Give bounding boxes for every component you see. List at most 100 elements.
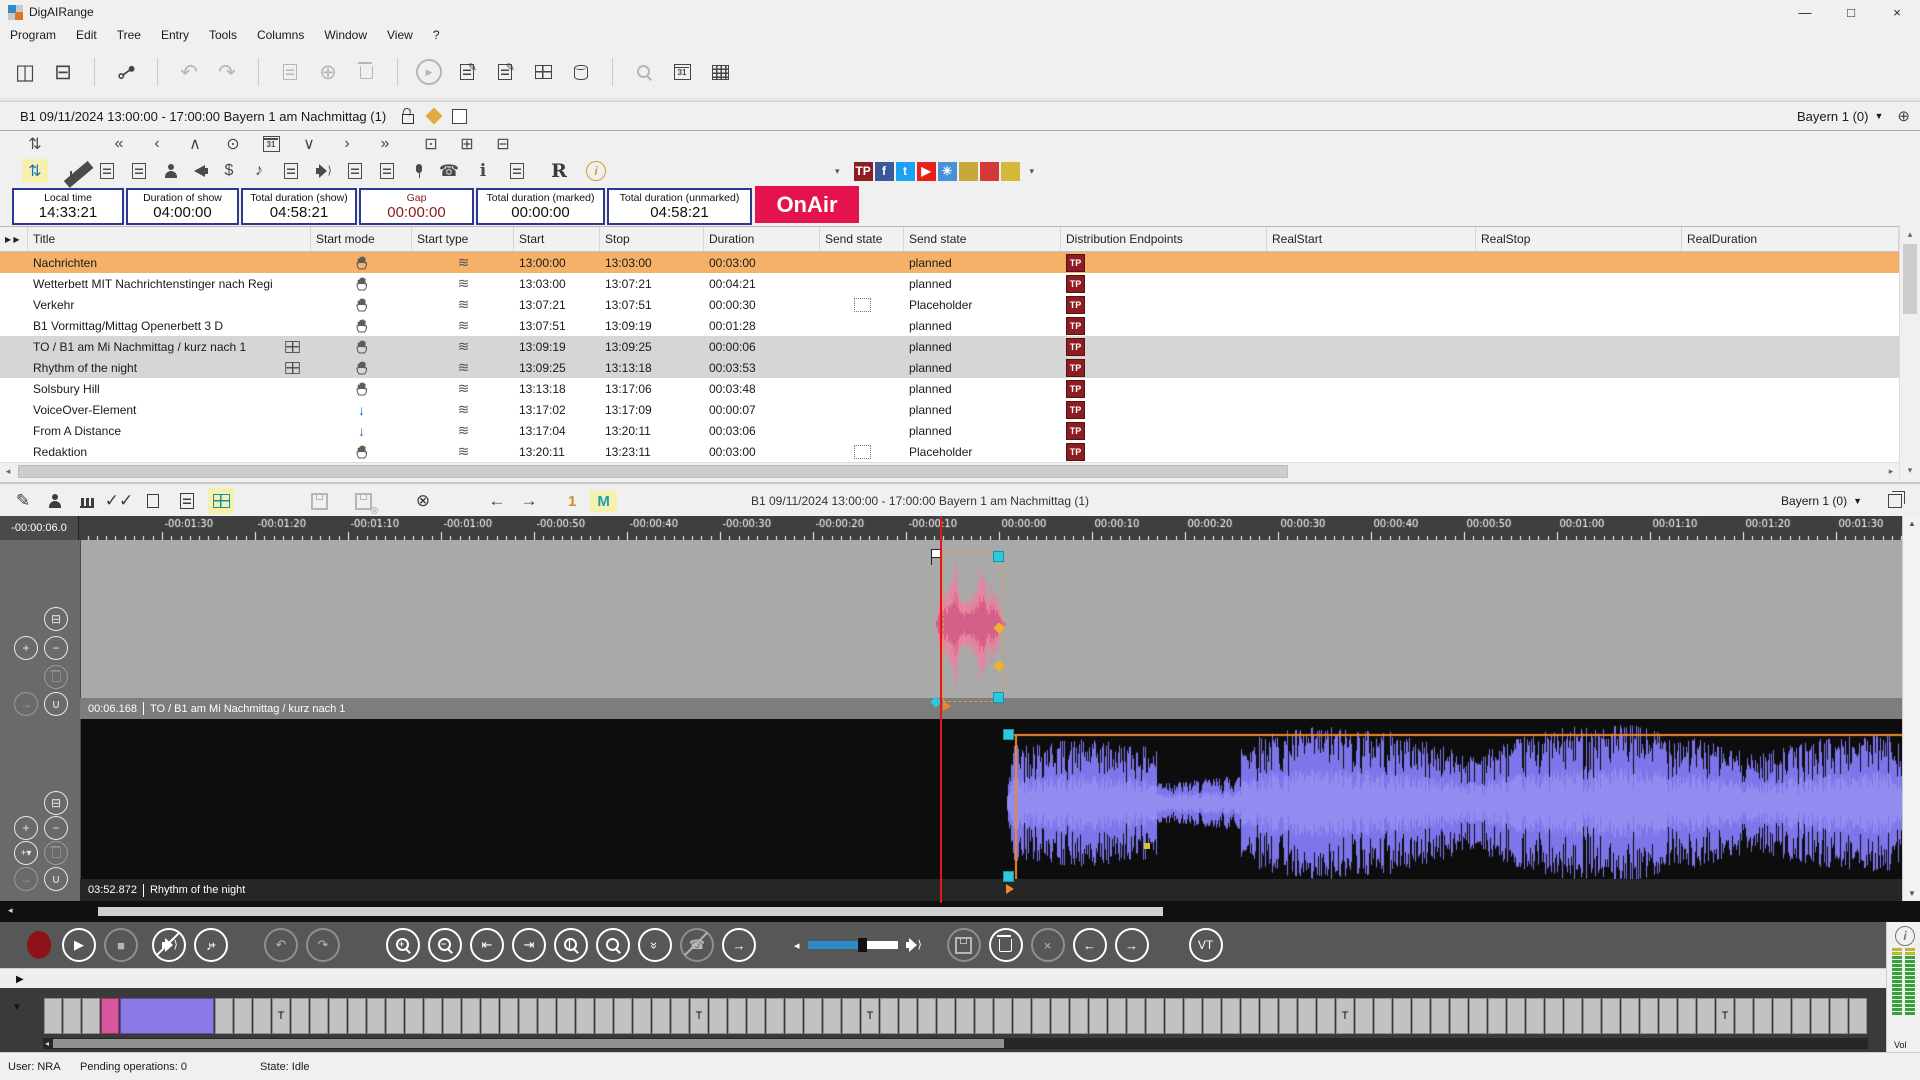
badge-dropdown-icon[interactable]: ▾ (835, 166, 840, 177)
hour-block[interactable] (1849, 998, 1867, 1034)
hour-block[interactable] (766, 998, 784, 1034)
editor-expand-icon[interactable] (1888, 494, 1902, 508)
track2-display-icon[interactable]: ⊟ (44, 791, 68, 815)
playlist-row[interactable]: Nachrichten≋13:00:0013:03:0000:03:00plan… (0, 252, 1899, 273)
scroll-up-icon[interactable]: ▴ (1902, 226, 1918, 242)
playhead[interactable] (940, 516, 942, 903)
hour-block[interactable] (348, 998, 366, 1034)
hour-block[interactable] (462, 998, 480, 1034)
calendar-day-icon[interactable]: 31 (258, 132, 284, 156)
minimize-button[interactable]: — (1782, 0, 1828, 24)
track1-zoom-out-icon[interactable]: − (44, 636, 68, 660)
split-horizontal-icon[interactable]: ⊟ (48, 57, 78, 87)
hour-block[interactable] (899, 998, 917, 1034)
info-circle-icon[interactable]: i (586, 161, 606, 181)
track2-delete-icon[interactable] (44, 841, 68, 865)
hour-block[interactable] (329, 998, 347, 1034)
hour-block[interactable] (671, 998, 689, 1034)
playlist-vscrollbar[interactable]: ▴ ▾ (1899, 226, 1920, 478)
track1-delete-icon[interactable] (44, 665, 68, 689)
discard-icon[interactable]: × (1031, 928, 1065, 962)
redo-icon[interactable]: ↷ (306, 928, 340, 962)
hour-block[interactable] (1545, 998, 1563, 1034)
table-editor-icon[interactable] (528, 57, 558, 87)
add-note-icon[interactable]: ♪+ (194, 928, 228, 962)
hour-block[interactable] (1450, 998, 1468, 1034)
phone-icon[interactable]: ☎ (436, 159, 462, 183)
undo-icon[interactable]: ↶ (174, 57, 204, 87)
monitor-off-icon[interactable]: ⟩ (152, 928, 186, 962)
hour-block[interactable] (747, 998, 765, 1034)
crest-franken-badge[interactable] (959, 162, 978, 181)
menu-tools[interactable]: Tools (199, 25, 247, 45)
hour-block[interactable] (956, 998, 974, 1034)
artist-icon[interactable] (42, 488, 68, 514)
step-back-icon[interactable]: ‹ (144, 132, 170, 156)
hour-block[interactable] (1412, 998, 1430, 1034)
hour-block[interactable] (1564, 998, 1582, 1034)
hour-block[interactable] (633, 998, 651, 1034)
prev-entry-icon[interactable]: ← (1073, 928, 1107, 962)
col-header--[interactable]: ▶ ▶ (0, 227, 28, 251)
col-header-realduration[interactable]: RealDuration (1682, 227, 1899, 251)
hour-block-selected[interactable] (120, 998, 214, 1034)
playlist-row[interactable]: B1 Vormittag/Mittag Openerbett 3 D≋13:07… (0, 315, 1899, 336)
maximize-button[interactable]: □ (1828, 0, 1874, 24)
record-icon[interactable] (24, 930, 54, 960)
hour-block[interactable] (1317, 998, 1335, 1034)
editor-hscrollbar[interactable]: ◂ (0, 901, 1920, 922)
track1-zoom-in-icon[interactable]: + (14, 636, 38, 660)
editor-scroll-down-icon[interactable]: ▼ (1908, 889, 1916, 898)
hour-block[interactable] (1488, 998, 1506, 1034)
editor-vscrollbar[interactable]: ▲ ▼ (1902, 516, 1920, 901)
hour-block[interactable] (842, 998, 860, 1034)
hour-block[interactable] (1222, 998, 1240, 1034)
nav-right-icon[interactable]: → (516, 488, 542, 514)
skip-last-icon[interactable]: » (372, 132, 398, 156)
save-icon[interactable] (306, 488, 332, 514)
queue-replace-icon[interactable]: ⊟ (490, 132, 516, 156)
hour-block[interactable] (1051, 998, 1069, 1034)
nav-left-icon[interactable]: ← (484, 488, 510, 514)
go-start-icon[interactable]: ⇤ (470, 928, 504, 962)
queue-append-icon[interactable]: ⊡ (418, 132, 444, 156)
col-header-realstop[interactable]: RealStop (1476, 227, 1682, 251)
play-entry-icon[interactable]: ▶ (414, 57, 444, 87)
redo-icon[interactable]: ↷ (212, 57, 242, 87)
hour-block[interactable] (386, 998, 404, 1034)
hour-block[interactable] (918, 998, 936, 1034)
track1-display-icon[interactable]: ⊟ (44, 607, 68, 631)
hour-block[interactable] (1621, 998, 1639, 1034)
blocks-dropdown-icon[interactable]: ▼ (12, 1002, 22, 1013)
table-editor-icon[interactable] (208, 488, 234, 514)
record-letter-icon[interactable]: R (546, 159, 572, 183)
hour-block[interactable] (1146, 998, 1164, 1034)
cancel-icon[interactable]: ⊗ (410, 488, 436, 514)
money-icon[interactable]: $ (216, 159, 242, 183)
blocks-scrollbar[interactable]: ◂ (43, 1038, 1868, 1049)
hour-block[interactable] (1678, 998, 1696, 1034)
track2-fade-in-marker[interactable] (1006, 884, 1014, 894)
playlist-row[interactable]: TO / B1 am Mi Nachmittag / kurz nach 1≋1… (0, 336, 1899, 357)
menu-window[interactable]: Window (314, 25, 377, 45)
hour-block[interactable] (1583, 998, 1601, 1034)
hour-block[interactable] (1070, 998, 1088, 1034)
recorder-icon[interactable] (342, 159, 368, 183)
col-header-realstart[interactable]: RealStart (1267, 227, 1476, 251)
speaker-icon[interactable]: ⟩ (310, 159, 336, 183)
fade-handle-bottom[interactable] (993, 692, 1004, 703)
blocks-scroll-thumb[interactable] (53, 1039, 1004, 1048)
twitter-badge[interactable]: t (896, 162, 915, 181)
show-checkbox[interactable] (452, 109, 467, 124)
hour-block[interactable] (1792, 998, 1810, 1034)
music-note-icon[interactable]: ♪ (246, 159, 272, 183)
col-header-duration[interactable]: Duration (704, 227, 820, 251)
hour-block[interactable] (291, 998, 309, 1034)
hour-block-top[interactable]: T (690, 998, 708, 1034)
filter-off-icon[interactable] (58, 159, 84, 183)
close-button[interactable]: × (1874, 0, 1920, 24)
add-circle-icon[interactable]: ⊕ (1897, 107, 1910, 125)
calendar-icon[interactable]: 31 (667, 57, 697, 87)
hour-block[interactable] (937, 998, 955, 1034)
chevron-double-down-icon[interactable]: » (638, 928, 672, 962)
